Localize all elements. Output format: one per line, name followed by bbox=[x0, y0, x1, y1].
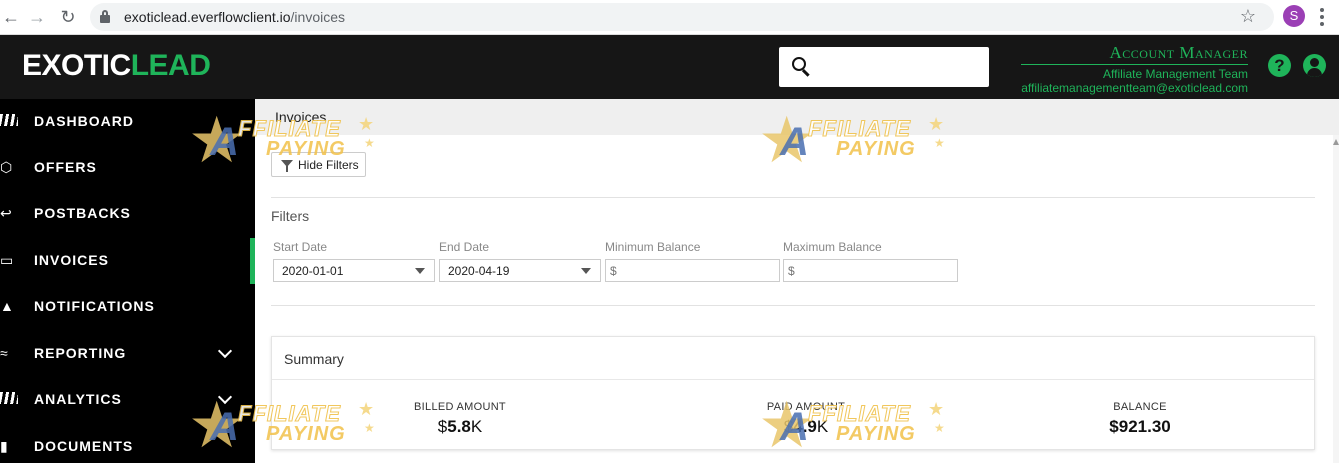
url-text: exoticlead.everflowclient.io/invoices bbox=[124, 9, 345, 25]
divider bbox=[271, 305, 1315, 306]
paid-amount-stat: PAID AMOUNT $4.9K bbox=[726, 401, 886, 437]
sidebar-item-label: DASHBOARD bbox=[34, 113, 134, 129]
balance-value: $921.30 bbox=[1109, 417, 1171, 436]
account-manager-title: Account Manager bbox=[1021, 43, 1248, 65]
minimum-balance-label: Minimum Balance bbox=[605, 240, 701, 254]
postbacks-icon: ↩ bbox=[0, 205, 12, 221]
dashboard-icon bbox=[0, 114, 18, 128]
summary-title: Summary bbox=[284, 351, 344, 367]
exoticlead-logo[interactable]: EXOTICLEAD bbox=[22, 49, 211, 83]
dropdown-caret-icon bbox=[581, 268, 591, 274]
chevron-down-icon[interactable] bbox=[217, 389, 233, 405]
search-icon bbox=[792, 57, 812, 77]
invoices-icon: ▭ bbox=[0, 252, 14, 268]
search-input[interactable] bbox=[779, 47, 989, 87]
reload-icon[interactable]: ↻ bbox=[57, 6, 79, 28]
sidebar-item-label: REPORTING bbox=[34, 345, 127, 361]
bookmark-star-icon[interactable]: ☆ bbox=[1240, 6, 1256, 27]
browser-menu-icon[interactable] bbox=[1320, 8, 1324, 26]
scroll-up-icon[interactable] bbox=[1333, 139, 1339, 145]
account-manager-team: Affiliate Management Team bbox=[1103, 67, 1248, 81]
hide-filters-button[interactable]: Hide Filters bbox=[271, 152, 366, 177]
sidebar-item-label: POSTBACKS bbox=[34, 205, 131, 221]
page-title-bar: Invoices bbox=[255, 99, 1339, 135]
paid-amount-value: $4.9K bbox=[783, 417, 829, 436]
user-account-icon[interactable] bbox=[1303, 54, 1326, 77]
page-title: Invoices bbox=[275, 109, 327, 125]
offers-icon: ⬡ bbox=[0, 159, 13, 175]
sidebar-item-label: DOCUMENTS bbox=[34, 438, 134, 454]
start-date-label: Start Date bbox=[273, 240, 328, 254]
billed-amount-label: BILLED AMOUNT bbox=[414, 401, 506, 413]
minimum-balance-input[interactable] bbox=[605, 259, 780, 282]
browser-toolbar: ← → ↻ exoticlead.everflowclient.io/invoi… bbox=[0, 0, 1339, 35]
main-content: Invoices Hide Filters Filters Start Date… bbox=[255, 99, 1339, 463]
sidebar-item-offers[interactable]: ⬡ OFFERS bbox=[0, 145, 255, 191]
sidebar: DASHBOARD ⬡ OFFERS ↩ POSTBACKS ▭ INVOICE… bbox=[0, 99, 255, 463]
maximum-balance-input[interactable] bbox=[783, 259, 958, 282]
lock-icon bbox=[100, 10, 110, 23]
chevron-down-icon[interactable] bbox=[217, 343, 233, 359]
sidebar-item-label: NOTIFICATIONS bbox=[34, 298, 155, 314]
sidebar-item-label: INVOICES bbox=[34, 252, 109, 268]
sidebar-item-label: OFFERS bbox=[34, 159, 97, 175]
sidebar-item-invoices[interactable]: ▭ INVOICES bbox=[0, 238, 255, 284]
filter-icon bbox=[281, 160, 293, 172]
sidebar-item-analytics[interactable]: ANALYTICS bbox=[0, 377, 255, 423]
sidebar-item-reporting[interactable]: ≈ REPORTING bbox=[0, 331, 255, 377]
end-date-select[interactable]: 2020-04-19 bbox=[439, 259, 601, 282]
analytics-icon bbox=[0, 392, 18, 406]
bell-icon: ▲ bbox=[0, 298, 14, 314]
sidebar-item-notifications[interactable]: ▲ NOTIFICATIONS bbox=[0, 284, 255, 330]
forward-icon[interactable]: → bbox=[26, 6, 48, 28]
account-manager-email[interactable]: affiliatemanagementteam@exoticlead.com bbox=[1021, 81, 1248, 95]
balance-stat: BALANCE $921.30 bbox=[1060, 401, 1220, 437]
start-date-select[interactable]: 2020-01-01 bbox=[273, 259, 435, 282]
summary-card: Summary BILLED AMOUNT $5.8K PAID AMOUNT … bbox=[271, 336, 1315, 450]
address-bar[interactable]: exoticlead.everflowclient.io/invoices ☆ bbox=[90, 3, 1274, 31]
billed-amount-stat: BILLED AMOUNT $5.8K bbox=[380, 401, 540, 437]
account-manager-info: Account Manager Affiliate Management Tea… bbox=[1021, 43, 1248, 95]
sidebar-item-dashboard[interactable]: DASHBOARD bbox=[0, 99, 255, 145]
scrollbar[interactable] bbox=[1333, 135, 1339, 463]
divider bbox=[272, 379, 1314, 380]
back-icon[interactable]: ← bbox=[0, 6, 22, 28]
help-icon[interactable]: ? bbox=[1268, 54, 1291, 77]
sidebar-item-documents[interactable]: ▮ DOCUMENTS bbox=[0, 424, 255, 470]
divider bbox=[271, 197, 1315, 198]
dropdown-caret-icon bbox=[415, 268, 425, 274]
reporting-icon: ≈ bbox=[0, 345, 8, 361]
profile-avatar[interactable]: S bbox=[1283, 5, 1305, 27]
balance-label: BALANCE bbox=[1113, 401, 1167, 413]
billed-amount-value: $5.8K bbox=[437, 417, 483, 436]
filters-heading: Filters bbox=[271, 208, 310, 224]
sidebar-item-postbacks[interactable]: ↩ POSTBACKS bbox=[0, 191, 255, 237]
sidebar-item-label: ANALYTICS bbox=[34, 391, 122, 407]
maximum-balance-label: Maximum Balance bbox=[783, 240, 882, 254]
end-date-label: End Date bbox=[439, 240, 490, 254]
app-header: EXOTICLEAD Account Manager Affiliate Man… bbox=[0, 35, 1339, 99]
paid-amount-label: PAID AMOUNT bbox=[766, 401, 846, 413]
document-icon: ▮ bbox=[0, 438, 8, 454]
